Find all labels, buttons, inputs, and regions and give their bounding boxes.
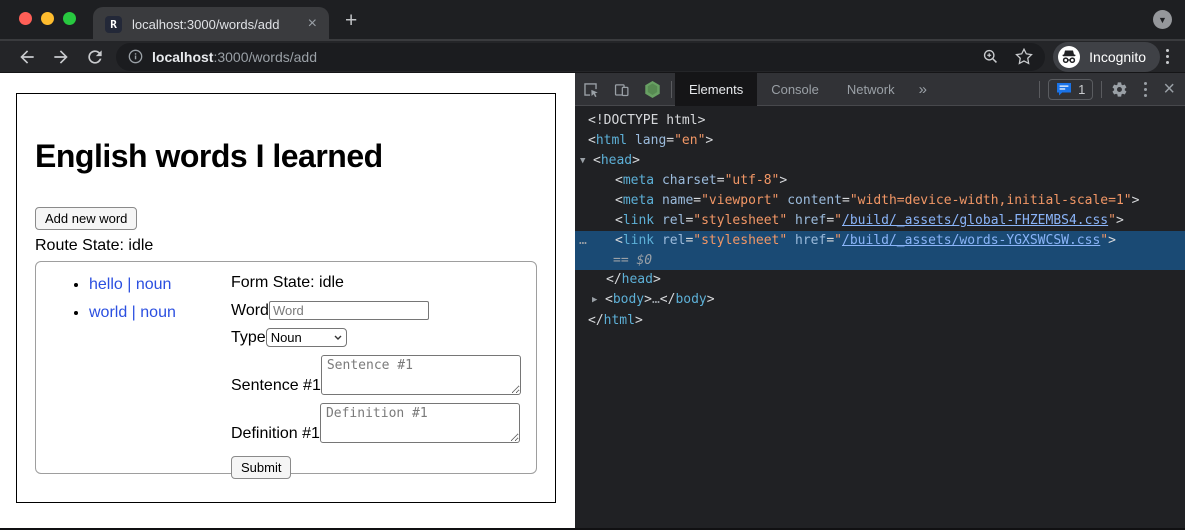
code-line[interactable]: <!DOCTYPE html> — [575, 111, 1185, 131]
code-line[interactable]: ▼<head> — [575, 151, 1185, 172]
more-tabs-icon[interactable]: » — [909, 81, 937, 98]
toolbar-separator — [1101, 81, 1102, 98]
app-container: English words I learned Add new word Rou… — [16, 93, 556, 503]
devtools-code: <!DOCTYPE html><html lang="en">▼<head><m… — [575, 106, 1185, 528]
gutter-ellipsis-icon[interactable]: … — [579, 231, 587, 251]
code-line[interactable]: ▶<body>…</body> — [575, 290, 1185, 311]
type-select[interactable]: Noun — [266, 328, 347, 347]
window-controls — [19, 12, 76, 25]
browser-tab[interactable]: R localhost:3000/words/add × — [93, 7, 329, 41]
sentence-label: Sentence #1 — [231, 377, 321, 395]
reload-icon[interactable] — [85, 47, 105, 67]
close-window-button[interactable] — [19, 12, 32, 25]
definition-label: Definition #1 — [231, 425, 320, 443]
word-label: Word — [231, 302, 269, 320]
tab-close-icon[interactable]: × — [306, 16, 319, 32]
type-label: Type — [231, 329, 266, 347]
type-row: Type Noun — [231, 328, 521, 347]
form-state-text: Form State: idle — [231, 274, 521, 292]
new-tab-button[interactable]: + — [345, 9, 357, 33]
page-title: English words I learned — [35, 138, 537, 175]
code-line[interactable]: </html> — [575, 311, 1185, 331]
bookmark-star-icon[interactable] — [1015, 48, 1033, 66]
list-item: world | noun — [89, 304, 231, 322]
code-line[interactable]: <html lang="en"> — [575, 131, 1185, 151]
navigation-toolbar: localhost:3000/words/add Incognito — [0, 41, 1185, 73]
code-line[interactable]: </head> — [575, 270, 1185, 290]
issues-bubble-icon — [1056, 82, 1072, 96]
sentence-row: Sentence #1 — [231, 355, 521, 395]
tree-expand-icon[interactable]: ▼ — [580, 152, 593, 172]
forward-icon[interactable] — [51, 47, 71, 67]
page-content: English words I learned Add new word Rou… — [0, 73, 575, 528]
devtools-close-icon[interactable]: × — [1157, 79, 1185, 99]
incognito-label: Incognito — [1089, 49, 1146, 65]
tab-title: localhost:3000/words/add — [132, 17, 306, 32]
remix-favicon-icon: R — [105, 16, 122, 33]
word-list: hello | noun world | noun — [36, 276, 231, 473]
tab-search-button[interactable]: ▼ — [1153, 10, 1172, 29]
zoom-icon[interactable] — [982, 48, 999, 65]
toolbar-separator — [671, 81, 672, 98]
submit-button[interactable]: Submit — [231, 456, 291, 479]
issues-count: 1 — [1078, 82, 1085, 97]
code-line[interactable]: …<link rel="stylesheet" href="/build/_as… — [575, 231, 1185, 251]
issues-counter[interactable]: 1 — [1048, 79, 1093, 100]
word-input[interactable] — [269, 301, 429, 320]
incognito-badge: Incognito — [1053, 42, 1160, 72]
definition-textarea[interactable] — [320, 403, 520, 443]
code-line[interactable]: <meta charset="utf-8"> — [575, 171, 1185, 191]
devtools-panel: Elements Console Network » 1 × <!DOCTYPE… — [575, 73, 1185, 528]
tab-elements[interactable]: Elements — [675, 73, 757, 106]
code-line[interactable]: == $0 — [575, 251, 1185, 271]
word-link-world[interactable]: world | noun — [89, 304, 176, 321]
devtools-menu-icon[interactable] — [1144, 82, 1147, 97]
settings-gear-icon[interactable] — [1111, 81, 1128, 98]
url-text: localhost:3000/words/add — [152, 49, 317, 65]
code-line[interactable]: <link rel="stylesheet" href="/build/_ass… — [575, 211, 1185, 231]
definition-row: Definition #1 — [231, 403, 521, 443]
back-icon[interactable] — [17, 47, 37, 67]
devtools-toolbar: Elements Console Network » 1 × — [575, 73, 1185, 106]
address-bar[interactable]: localhost:3000/words/add — [116, 43, 1045, 71]
browser-window: R localhost:3000/words/add × + ▼ localho… — [0, 0, 1185, 530]
words-panel: hello | noun world | noun Form State: id… — [35, 261, 537, 474]
minimize-window-button[interactable] — [41, 12, 54, 25]
add-word-form: Form State: idle Word Type Noun — [231, 262, 521, 473]
tab-console[interactable]: Console — [757, 73, 833, 106]
extension-hexagon-icon[interactable] — [644, 80, 661, 99]
inspect-element-icon[interactable] — [582, 81, 599, 98]
tab-strip: R localhost:3000/words/add × + ▼ — [0, 0, 1185, 41]
route-state-text: Route State: idle — [35, 237, 537, 255]
toolbar-separator — [1039, 81, 1040, 98]
incognito-icon — [1057, 45, 1081, 69]
browser-menu-icon[interactable] — [1166, 49, 1169, 64]
maximize-window-button[interactable] — [63, 12, 76, 25]
word-link-hello[interactable]: hello | noun — [89, 276, 171, 293]
list-item: hello | noun — [89, 276, 231, 294]
add-new-word-button[interactable]: Add new word — [35, 207, 137, 230]
device-toolbar-icon[interactable] — [613, 81, 630, 98]
tree-expand-icon[interactable]: ▶ — [592, 291, 605, 311]
code-line[interactable]: <meta name="viewport" content="width=dev… — [575, 191, 1185, 211]
tabstrip-divider — [0, 39, 1185, 41]
site-info-icon[interactable] — [128, 49, 143, 64]
tab-network[interactable]: Network — [833, 73, 909, 106]
word-row: Word — [231, 301, 521, 320]
sentence-textarea[interactable] — [321, 355, 521, 395]
